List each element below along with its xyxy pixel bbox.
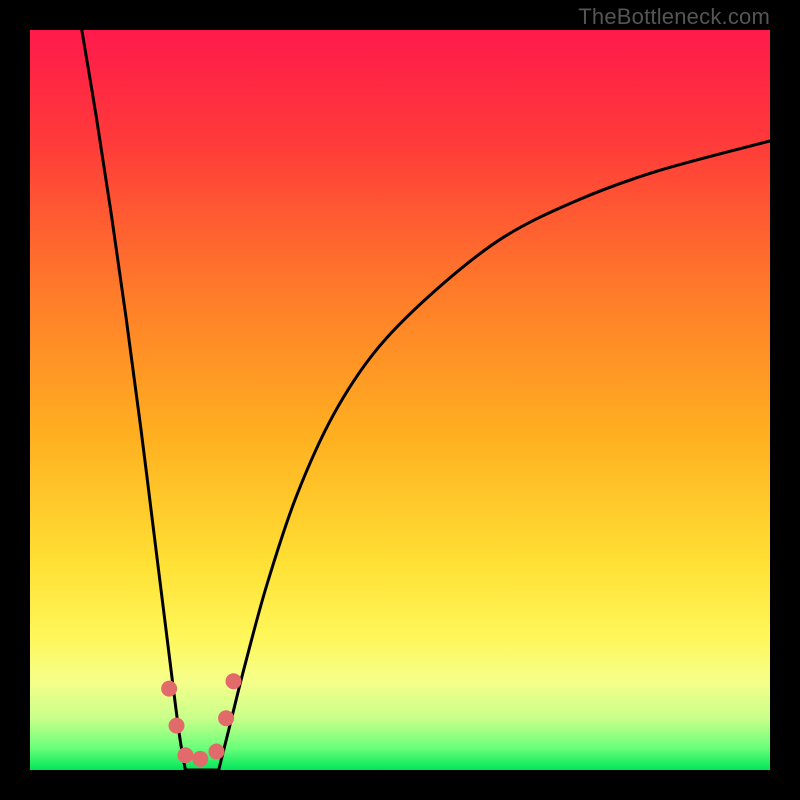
highlight-dot <box>169 718 185 734</box>
plot-area <box>30 30 770 770</box>
chart-svg <box>30 30 770 770</box>
highlight-dot <box>208 744 224 760</box>
highlight-dot <box>192 751 208 767</box>
highlight-dot <box>226 673 242 689</box>
watermark-text: TheBottleneck.com <box>578 4 770 30</box>
chart-frame: TheBottleneck.com <box>0 0 800 800</box>
gradient-background <box>30 30 770 770</box>
highlight-dot <box>177 747 193 763</box>
highlight-dot <box>161 681 177 697</box>
highlight-dot <box>218 710 234 726</box>
